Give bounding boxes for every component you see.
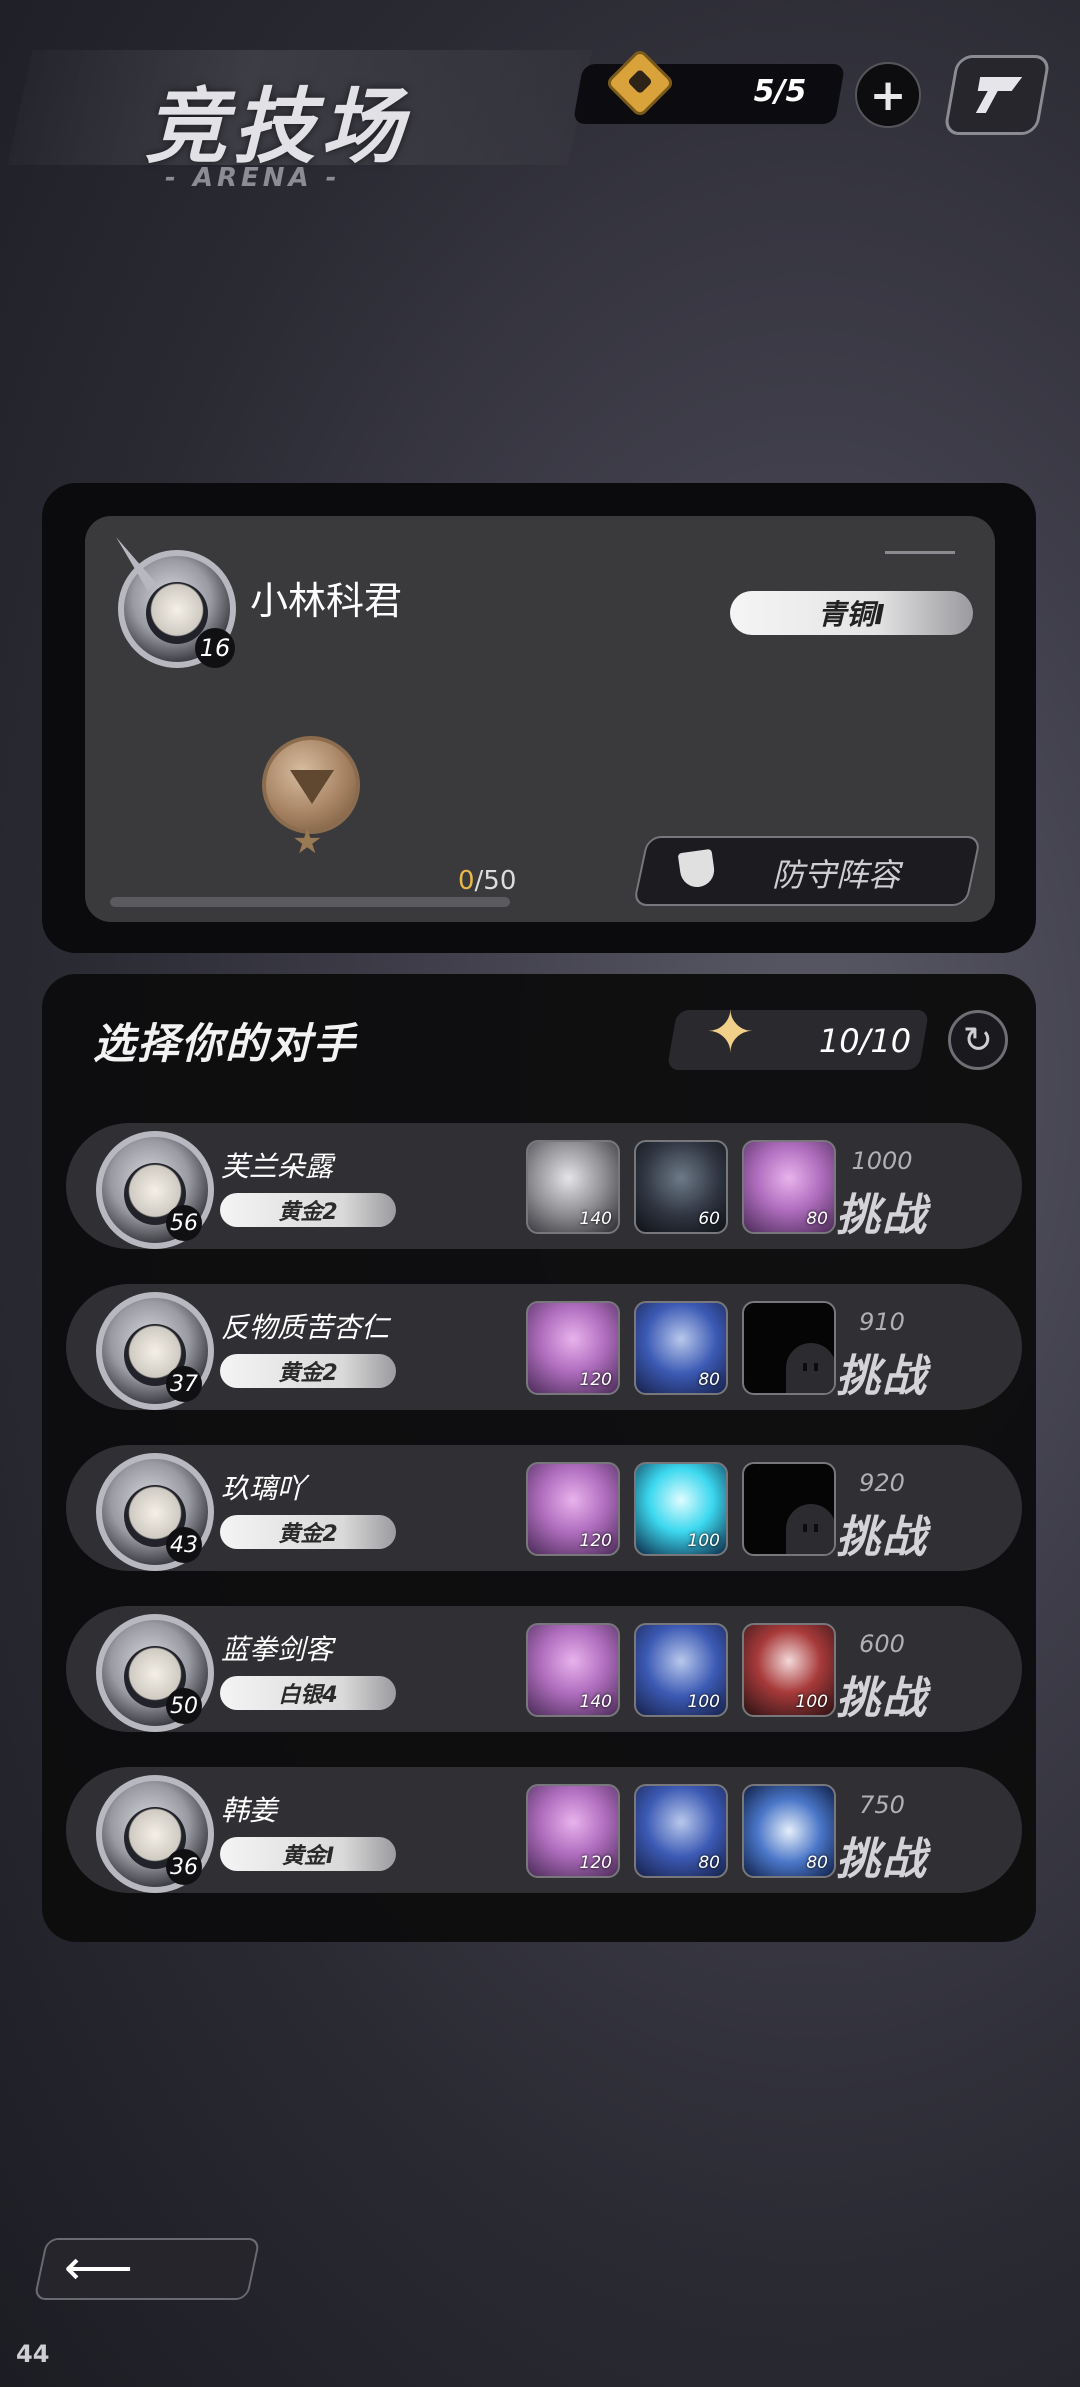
challenge-button[interactable]: 挑战 xyxy=(822,1501,942,1565)
opponent-level: 43 xyxy=(166,1527,202,1563)
player-rank-badge: 青铜I xyxy=(730,591,973,635)
opponent-row: 37 反物质苦杏仁 黄金2 120 80 910 挑战 xyxy=(66,1284,1022,1410)
opponent-power: 750 xyxy=(859,1791,905,1819)
hero-portrait[interactable]: 140 xyxy=(526,1623,620,1717)
player-level: 16 xyxy=(195,628,235,668)
opponent-name: 韩姜 xyxy=(221,1794,278,1827)
hero-portrait[interactable]: 120 xyxy=(526,1462,620,1556)
opponent-name: 反物质苦杏仁 xyxy=(221,1311,390,1344)
spear-icon xyxy=(116,537,156,591)
opponent-row: 56 芙兰朵露 黄金2 140 60 80 1000 挑战 xyxy=(66,1123,1022,1249)
challenge-button[interactable]: 挑战 xyxy=(822,1179,942,1243)
opponent-rank-badge: 黄金I xyxy=(220,1837,396,1871)
hero-portrait[interactable]: 120 xyxy=(526,1301,620,1395)
progress-max: /50 xyxy=(474,866,517,896)
opponent-rank-badge: 黄金2 xyxy=(220,1193,396,1227)
rank-medal-icon xyxy=(262,736,360,834)
page-title: 竞技场 xyxy=(145,80,409,175)
page-subtitle: - ARENA - xyxy=(165,163,341,193)
hero-portrait[interactable]: 120 xyxy=(526,1784,620,1878)
rank-progress-text: 0/50 xyxy=(458,866,516,896)
hero-level: 100 xyxy=(687,1531,720,1551)
add-ticket-button[interactable]: + xyxy=(855,62,921,128)
opponent-power: 600 xyxy=(859,1630,905,1658)
hero-level: 120 xyxy=(579,1370,612,1390)
opponent-power: 910 xyxy=(859,1308,905,1336)
opponent-level: 36 xyxy=(166,1849,202,1885)
opponent-row: 43 玖璃吖黄金2 120 100 920 挑战 xyxy=(66,1445,1022,1571)
opponent-rank-badge: 黄金2 xyxy=(220,1354,396,1388)
hero-level: 120 xyxy=(579,1853,612,1873)
opponent-level: 56 xyxy=(166,1205,202,1241)
opponent-power: 1000 xyxy=(851,1147,913,1175)
hero-portrait[interactable]: 140 xyxy=(526,1140,620,1234)
challenge-button[interactable]: 挑战 xyxy=(822,1662,942,1726)
opponent-rank-badge: 白银4 xyxy=(220,1676,396,1710)
rank-progress-bar xyxy=(110,897,510,907)
refresh-button[interactable]: ↻ xyxy=(948,1010,1008,1070)
compass-star-icon: ✦ xyxy=(706,998,755,1066)
divider xyxy=(885,551,955,554)
hero-level: 120 xyxy=(579,1531,612,1551)
flag-button[interactable] xyxy=(942,55,1052,135)
ticket-count: 5/5 xyxy=(753,74,807,109)
hero-portrait[interactable]: 60 xyxy=(634,1140,728,1234)
hero-level: 80 xyxy=(698,1370,720,1390)
player-name: 小林科君 xyxy=(250,579,403,623)
hero-portrait[interactable]: 100 xyxy=(634,1462,728,1556)
opponent-level: 37 xyxy=(166,1366,202,1402)
opponent-row: 36 韩姜 黄金I 120 80 80 750 挑战 xyxy=(66,1767,1022,1893)
flag-icon xyxy=(975,77,1023,113)
refresh-icon: ↻ xyxy=(962,1019,994,1061)
opponent-row: 50 蓝拳剑客 白银4 140 100 100 600 挑战 xyxy=(66,1606,1022,1732)
hero-level: 100 xyxy=(687,1692,720,1712)
hero-portrait[interactable]: 100 xyxy=(634,1623,728,1717)
opponent-name: 蓝拳剑客 xyxy=(221,1633,334,1666)
hero-level: 80 xyxy=(698,1853,720,1873)
hero-level: 140 xyxy=(579,1209,612,1229)
fps-counter: 44 xyxy=(16,2340,50,2368)
hero-portrait[interactable]: 80 xyxy=(634,1301,728,1395)
progress-current: 0 xyxy=(458,866,475,896)
star-icon: ★ xyxy=(292,822,323,862)
hero-level: 140 xyxy=(579,1692,612,1712)
opponent-name: 玖璃吖 xyxy=(221,1472,306,1505)
hero-portrait[interactable]: 80 xyxy=(634,1784,728,1878)
defense-lineup-label: 防守阵容 xyxy=(772,856,901,894)
opponent-power: 920 xyxy=(859,1469,905,1497)
hero-level: 60 xyxy=(698,1209,720,1229)
back-arrow-icon: ⟵ xyxy=(64,2240,133,2296)
challenge-button[interactable]: 挑战 xyxy=(822,1340,942,1404)
opponent-name: 芙兰朵露 xyxy=(221,1150,334,1183)
attempt-count: 10/10 xyxy=(818,1022,912,1060)
opponent-section-title: 选择你的对手 xyxy=(93,1019,358,1068)
opponent-rank-badge: 黄金2 xyxy=(220,1515,396,1549)
challenge-button[interactable]: 挑战 xyxy=(822,1823,942,1887)
opponent-level: 50 xyxy=(166,1688,202,1724)
